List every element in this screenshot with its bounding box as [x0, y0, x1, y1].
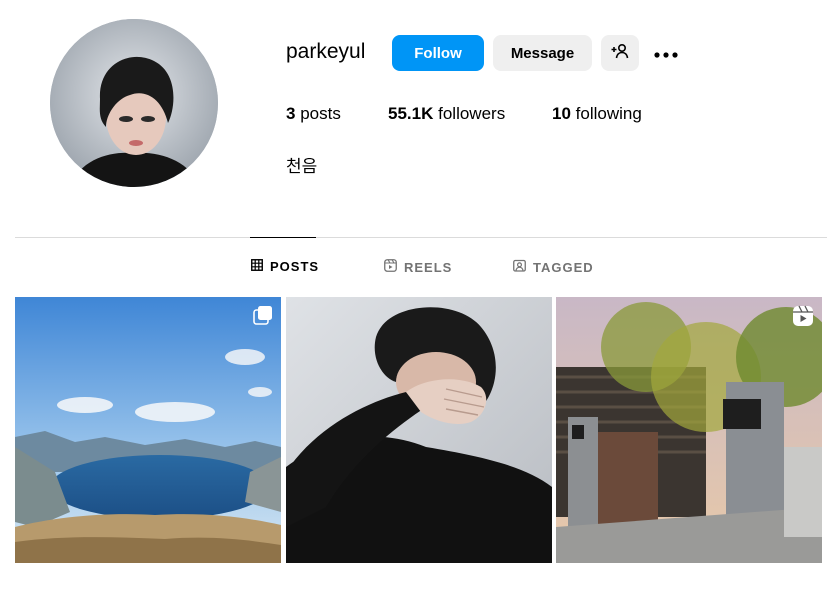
building-photo: [556, 297, 822, 563]
profile-bio: 천음: [286, 157, 318, 176]
reel-icon: [792, 305, 814, 327]
suggest-user-button[interactable]: [601, 35, 639, 71]
tabs-divider: [15, 237, 827, 238]
tagged-icon: [513, 259, 526, 275]
followers-link[interactable]: 55.1K followers: [388, 104, 505, 124]
active-tab-indicator: [250, 237, 316, 238]
post-tile-selfie[interactable]: [286, 297, 552, 563]
profile-avatar[interactable]: [50, 19, 218, 187]
landscape-photo: [15, 297, 281, 563]
post-tile-building[interactable]: [556, 297, 822, 563]
posts-count: 3 posts: [286, 104, 341, 123]
selfie-photo: [286, 297, 552, 563]
carousel-icon: [253, 305, 273, 325]
grid-icon: [251, 259, 263, 274]
reels-icon: [384, 259, 397, 275]
post-tile-landscape[interactable]: [15, 297, 281, 563]
tab-posts[interactable]: POSTS: [251, 259, 319, 274]
message-button[interactable]: Message: [493, 35, 592, 71]
more-horizontal-icon: [654, 45, 678, 62]
follow-button[interactable]: Follow: [392, 35, 484, 71]
following-link[interactable]: 10 following: [552, 104, 642, 124]
profile-username: parkeyul: [286, 40, 366, 63]
add-user-icon: [611, 43, 629, 63]
tab-tagged[interactable]: TAGGED: [513, 259, 594, 275]
more-options-button[interactable]: [648, 35, 684, 71]
tab-reels[interactable]: REELS: [384, 259, 452, 275]
